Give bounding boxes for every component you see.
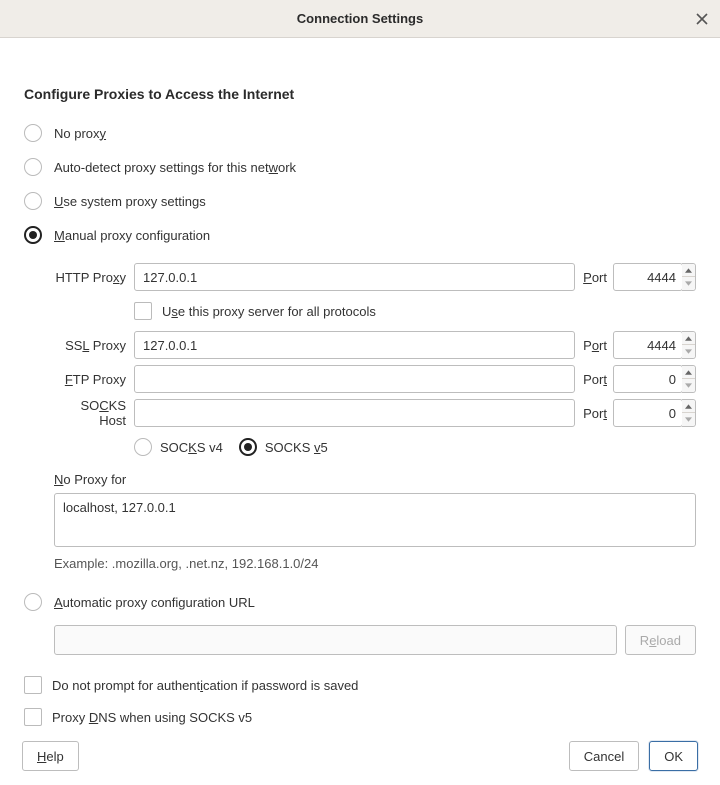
- chevron-down-icon[interactable]: [682, 277, 695, 290]
- checkbox-label: Do not prompt for authentication if pass…: [52, 678, 358, 693]
- checkbox-label: Proxy DNS when using SOCKS v5: [52, 710, 252, 725]
- manual-proxy-form: HTTP Proxy Port Use this proxy server fo…: [54, 260, 696, 571]
- checkbox-icon: [24, 676, 42, 694]
- socks-version-row: SOCKS v4 SOCKS v5: [134, 430, 696, 464]
- radio-auto-detect[interactable]: Auto-detect proxy settings for this netw…: [24, 150, 696, 184]
- chevron-down-icon[interactable]: [682, 345, 695, 358]
- ftp-proxy-row: FTP Proxy Port: [54, 362, 696, 396]
- dialog-content: Configure Proxies to Access the Internet…: [0, 38, 720, 733]
- ftp-proxy-label: FTP Proxy: [54, 372, 134, 387]
- ssl-proxy-label: SSL Proxy: [54, 338, 134, 353]
- http-proxy-row: HTTP Proxy Port: [54, 260, 696, 294]
- help-button[interactable]: Help: [22, 741, 79, 771]
- reload-button[interactable]: Reload: [625, 625, 696, 655]
- ftp-port-label: Port: [575, 372, 613, 387]
- socks-host-row: SOCKS Host Port: [54, 396, 696, 430]
- no-proxy-example: Example: .mozilla.org, .net.nz, 192.168.…: [54, 556, 696, 571]
- section-title: Configure Proxies to Access the Internet: [24, 86, 696, 102]
- no-proxy-for-input[interactable]: localhost, 127.0.0.1: [54, 493, 696, 547]
- ftp-proxy-input[interactable]: [134, 365, 575, 393]
- ssl-port-input[interactable]: [613, 331, 683, 359]
- chevron-up-icon[interactable]: [682, 264, 695, 277]
- radio-socks-v5[interactable]: [239, 438, 257, 456]
- chevron-up-icon[interactable]: [682, 332, 695, 345]
- checkbox-label: Use this proxy server for all protocols: [162, 304, 376, 319]
- radio-auto-config-url[interactable]: Automatic proxy configuration URL: [24, 585, 696, 619]
- socks-port-label: Port: [575, 406, 613, 421]
- radio-no-proxy[interactable]: No proxy: [24, 116, 696, 150]
- dialog-title: Connection Settings: [297, 11, 423, 26]
- http-proxy-input[interactable]: [134, 263, 575, 291]
- radio-icon: [24, 226, 42, 244]
- socks-v5-label: SOCKS v5: [265, 440, 328, 455]
- ftp-port-input[interactable]: [613, 365, 683, 393]
- radio-label: Use system proxy settings: [54, 194, 206, 209]
- ssl-port-label: Port: [575, 338, 613, 353]
- radio-label: Manual proxy configuration: [54, 228, 210, 243]
- chevron-up-icon[interactable]: [682, 400, 695, 413]
- auto-config-url-input[interactable]: [54, 625, 617, 655]
- radio-socks-v4[interactable]: [134, 438, 152, 456]
- socks-port-input[interactable]: [613, 399, 683, 427]
- ssl-port-spinner[interactable]: [682, 331, 696, 359]
- ssl-proxy-input[interactable]: [134, 331, 575, 359]
- radio-icon: [24, 124, 42, 142]
- chevron-down-icon[interactable]: [682, 379, 695, 392]
- checkbox-icon: [24, 708, 42, 726]
- bottom-options: Do not prompt for authentication if pass…: [24, 669, 696, 733]
- dialog-footer: Help Cancel OK: [0, 727, 720, 785]
- http-proxy-label: HTTP Proxy: [54, 270, 134, 285]
- radio-label: Auto-detect proxy settings for this netw…: [54, 160, 296, 175]
- radio-icon: [24, 192, 42, 210]
- titlebar: Connection Settings: [0, 0, 720, 38]
- socks-port-spinner[interactable]: [682, 399, 696, 427]
- chevron-down-icon[interactable]: [682, 413, 695, 426]
- http-port-spinner[interactable]: [682, 263, 696, 291]
- use-all-protocols-checkbox[interactable]: Use this proxy server for all protocols: [134, 294, 696, 328]
- http-port-input[interactable]: [613, 263, 683, 291]
- radio-icon: [24, 158, 42, 176]
- ok-button[interactable]: OK: [649, 741, 698, 771]
- radio-label: No proxy: [54, 126, 106, 141]
- radio-label: Automatic proxy configuration URL: [54, 595, 255, 610]
- checkbox-icon: [134, 302, 152, 320]
- http-port-label: Port: [575, 270, 613, 285]
- radio-system-proxy[interactable]: Use system proxy settings: [24, 184, 696, 218]
- cancel-button[interactable]: Cancel: [569, 741, 639, 771]
- close-icon[interactable]: [692, 9, 712, 29]
- socks-v4-label: SOCKS v4: [160, 440, 223, 455]
- auth-prompt-checkbox[interactable]: Do not prompt for authentication if pass…: [24, 669, 696, 701]
- socks-host-input[interactable]: [134, 399, 575, 427]
- ssl-proxy-row: SSL Proxy Port: [54, 328, 696, 362]
- auto-config-url-row: Reload: [54, 625, 696, 655]
- radio-icon: [24, 593, 42, 611]
- ftp-port-spinner[interactable]: [682, 365, 696, 393]
- chevron-up-icon[interactable]: [682, 366, 695, 379]
- socks-host-label: SOCKS Host: [54, 398, 134, 428]
- radio-manual-proxy[interactable]: Manual proxy configuration: [24, 218, 696, 252]
- no-proxy-for-label: No Proxy for: [54, 472, 696, 487]
